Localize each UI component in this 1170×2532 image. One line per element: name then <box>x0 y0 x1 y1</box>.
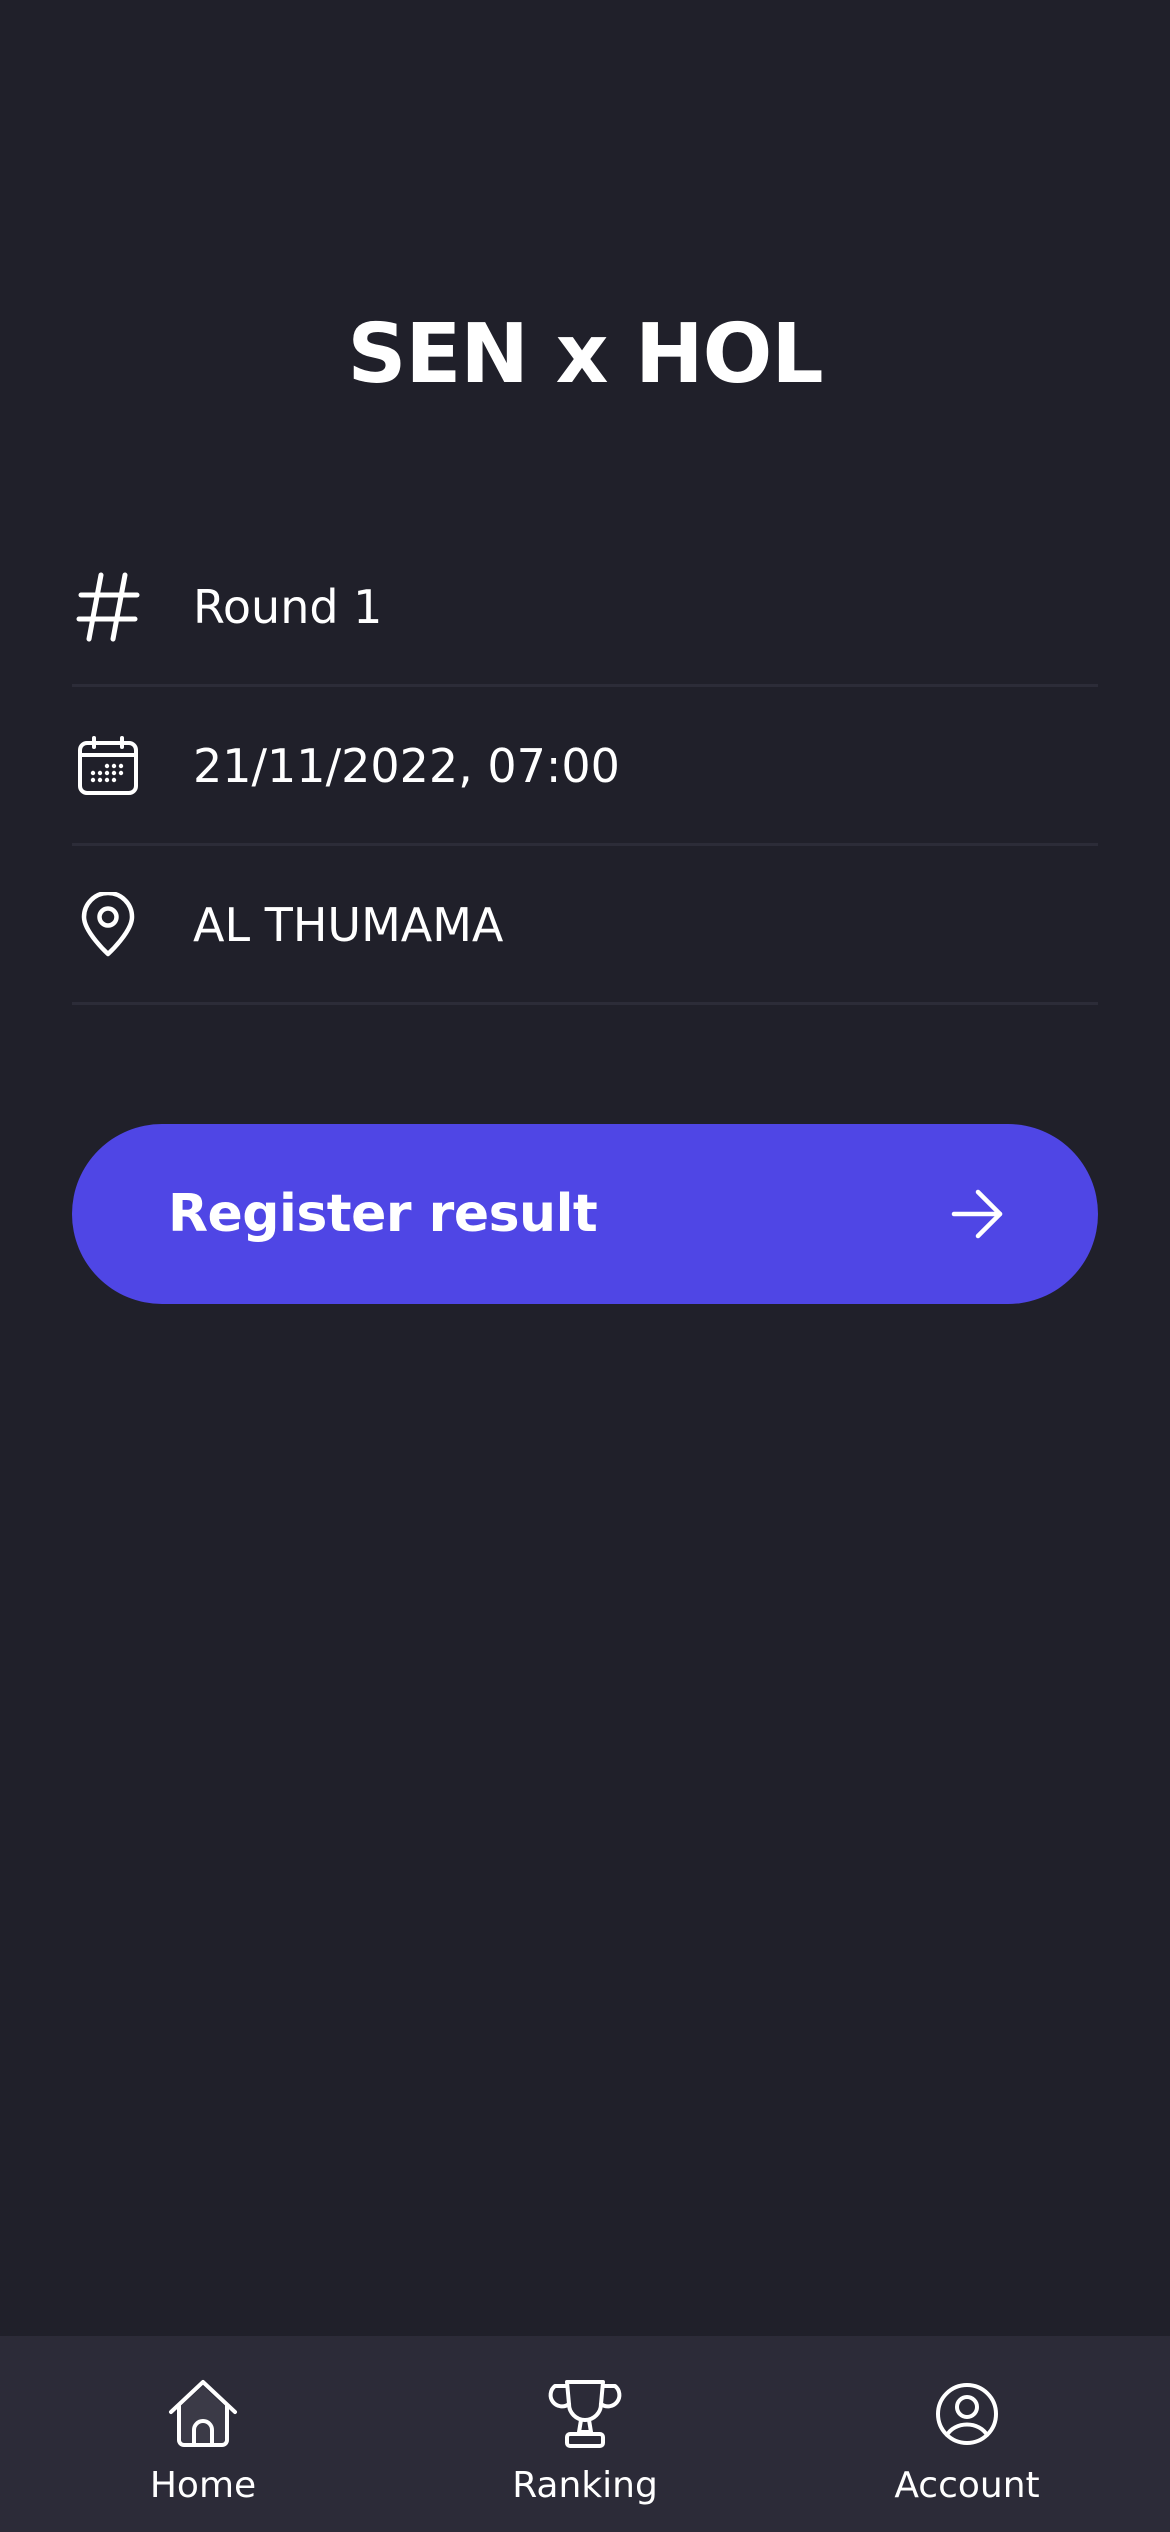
date-value: 21/11/2022, 07:00 <box>193 739 620 793</box>
venue-row: AL THUMAMA <box>72 848 1098 1005</box>
round-row: Round 1 <box>72 530 1098 687</box>
arrow-right-icon <box>951 1189 1003 1239</box>
hash-icon <box>72 571 144 643</box>
nav-label-ranking: Ranking <box>512 2465 658 2506</box>
date-row: 21/11/2022, 07:00 <box>72 689 1098 846</box>
bottom-navigation: Home Ranking Account <box>0 2336 1170 2532</box>
nav-label-home: Home <box>149 2465 257 2506</box>
nav-item-account[interactable]: Account <box>772 2336 1162 2532</box>
venue-value: AL THUMAMA <box>193 898 504 952</box>
location-pin-icon <box>72 889 144 961</box>
register-result-label: Register result <box>168 1184 598 1244</box>
nav-item-ranking[interactable]: Ranking <box>390 2336 780 2532</box>
account-icon <box>936 2383 998 2445</box>
match-title: SEN x HOL <box>347 307 823 402</box>
calendar-icon <box>72 730 144 802</box>
register-result-button[interactable]: Register result <box>72 1124 1098 1304</box>
home-icon <box>169 2380 237 2447</box>
round-value: Round 1 <box>193 580 383 634</box>
trophy-icon <box>548 2380 622 2448</box>
nav-item-home[interactable]: Home <box>8 2336 398 2532</box>
nav-label-account: Account <box>894 2465 1040 2506</box>
